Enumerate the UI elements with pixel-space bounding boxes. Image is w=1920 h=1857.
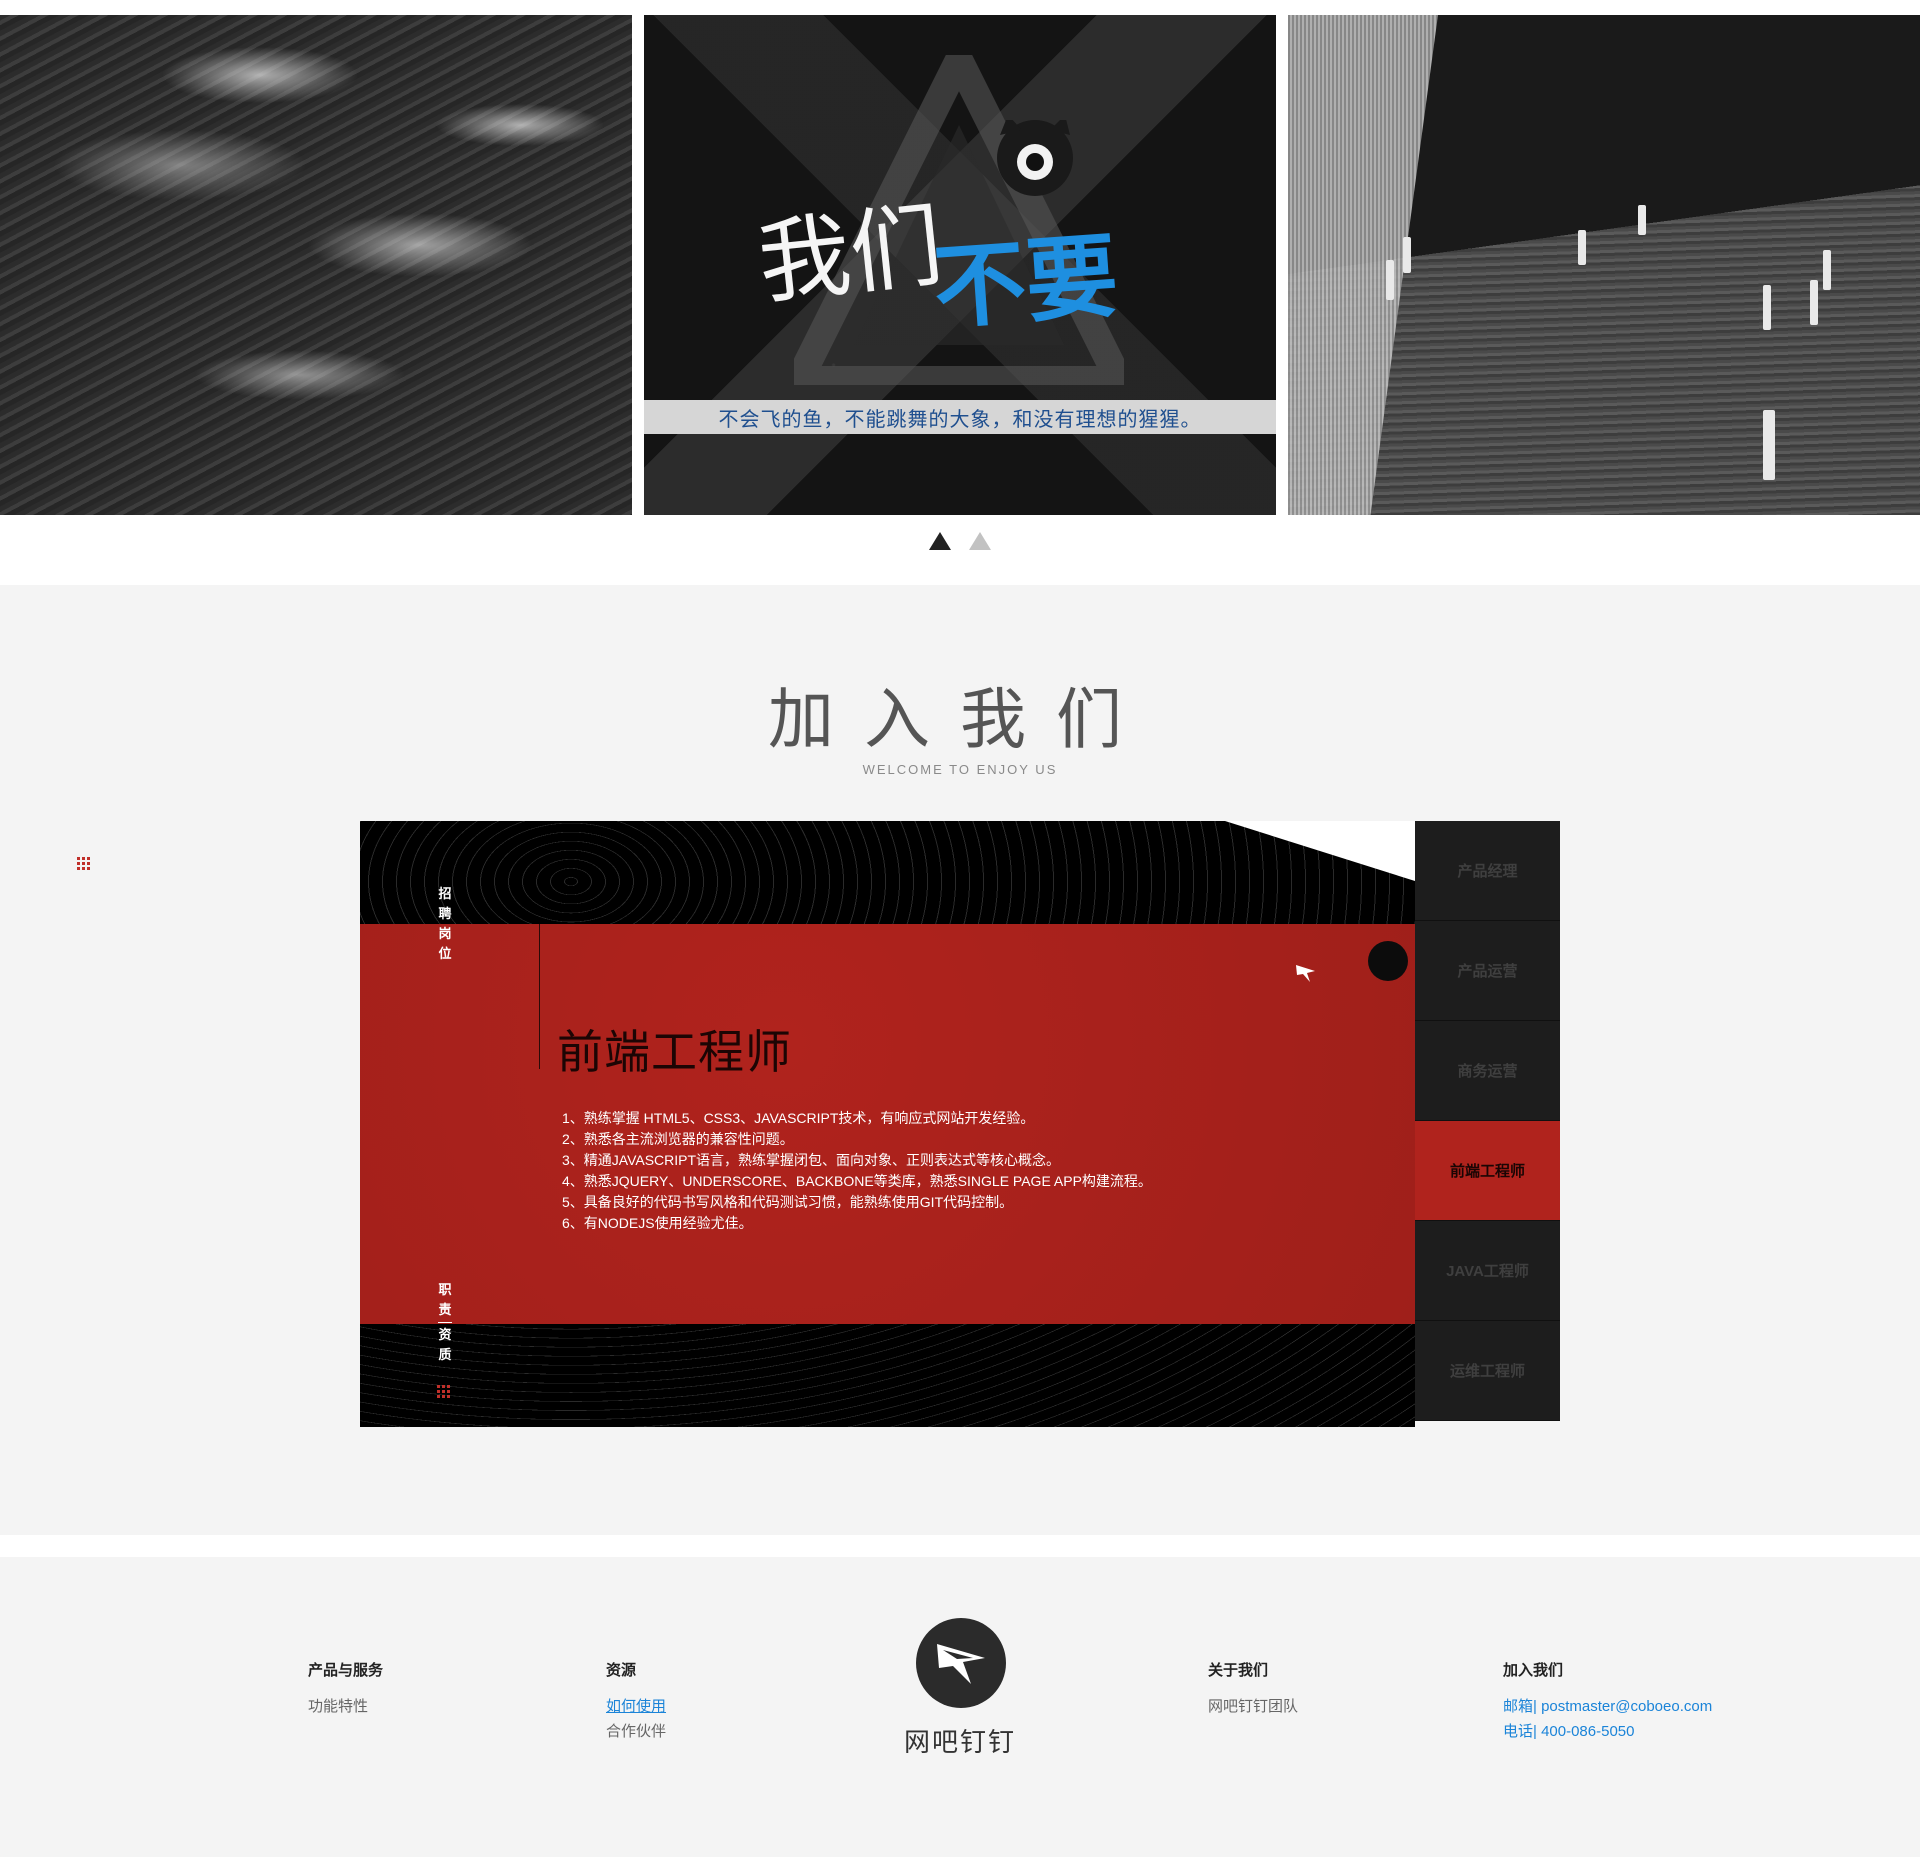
post-marker (1638, 205, 1646, 235)
requirement-item: 3、精通JAVASCRIPT语言，熟练掌握闭包、面向对象、正则表达式等核心概念。 (562, 1152, 1061, 1168)
slogan-text-blue: 不要 (930, 223, 1121, 343)
job-requirements: 1、熟练掌握 HTML5、CSS3、JAVASCRIPT技术，有响应式网站开发经… (562, 1108, 1152, 1234)
side-label-duties: 职 责 资 质 (435, 1280, 455, 1365)
footer-col-resources: 资源 如何使用 合作伙伴 (606, 1659, 666, 1744)
slogan-text-white: 我们 (760, 192, 947, 318)
carousel-indicator-active[interactable] (929, 532, 951, 550)
brand-logo[interactable] (916, 1618, 1006, 1708)
footer-phone-link[interactable]: 电话| 400-086-5050 (1503, 1719, 1712, 1744)
side-label-char: 招 (438, 886, 452, 901)
tab-frontend-engineer[interactable]: 前端工程师 (1415, 1121, 1560, 1221)
slogan-graphic: 我们 不要 (760, 120, 1121, 343)
job-title: 前端工程师 (557, 1025, 792, 1079)
side-label-divider (438, 1322, 452, 1323)
carousel-indicators (0, 532, 1920, 558)
grid-icon (437, 1385, 450, 1398)
footer-col-title: 关于我们 (1208, 1662, 1269, 1679)
side-label-char: 资 (438, 1327, 452, 1342)
post-marker (1386, 260, 1394, 300)
post-marker (1578, 230, 1586, 265)
requirement-item: 5、具备良好的代码书写风格和代码测试习惯，能熟练使用GIT代码控制。 (562, 1194, 1014, 1210)
gallery-image-right[interactable] (1288, 15, 1920, 515)
side-label-char: 位 (438, 946, 452, 961)
wall-shape (1288, 15, 1438, 515)
side-label-char: 责 (438, 1302, 452, 1317)
brand-name: 网吧钉钉 (903, 1727, 1016, 1757)
post-marker (1403, 237, 1411, 273)
tab-ops-engineer[interactable]: 运维工程师 (1415, 1321, 1560, 1421)
requirement-item: 4、熟悉JQUERY、UNDERSCORE、BACKBONE等类库，熟悉SING… (562, 1173, 1152, 1189)
grid-icon (77, 857, 90, 870)
gallery-caption-strip: 不会飞的鱼，不能跳舞的大象，和没有理想的猩猩。 (644, 400, 1276, 434)
footer-col-title: 加入我们 (1503, 1662, 1564, 1679)
carousel-indicator[interactable] (969, 532, 991, 550)
post-marker (1763, 410, 1775, 480)
side-label-char: 质 (438, 1347, 452, 1362)
footer-link-features[interactable]: 功能特性 (308, 1694, 383, 1719)
gallery-image-left[interactable] (0, 15, 632, 515)
post-marker (1823, 250, 1831, 290)
requirement-item: 2、熟悉各主流浏览器的兼容性问题。 (562, 1131, 794, 1147)
footer-link-team[interactable]: 网吧钉钉团队 (1208, 1694, 1298, 1719)
requirement-item: 6、有NODEJS使用经验尤佳。 (562, 1215, 753, 1231)
side-label-char: 职 (438, 1282, 452, 1297)
job-tabs: 产品经理 产品运营 商务运营 前端工程师 JAVA工程师 运维工程师 (1415, 821, 1560, 1427)
footer-col-products: 产品与服务 功能特性 (308, 1659, 383, 1719)
footer-link-how-to-use[interactable]: 如何使用 (606, 1694, 666, 1719)
white-wedge-decoration (1225, 821, 1415, 881)
black-dot-decoration (1368, 941, 1408, 981)
post-marker (1763, 285, 1771, 330)
section-title: 加入我们 (768, 681, 1152, 758)
gallery-caption: 不会飞的鱼，不能跳舞的大象，和没有理想的猩猩。 (718, 408, 1202, 431)
section-subtitle: WELCOME TO ENJOY US (862, 762, 1058, 777)
footer-divider (0, 1535, 1920, 1557)
tab-java-engineer[interactable]: JAVA工程师 (1415, 1221, 1560, 1321)
footer-col-about: 关于我们 网吧钉钉团队 (1208, 1659, 1298, 1719)
tab-product-manager[interactable]: 产品经理 (1415, 821, 1560, 921)
side-label-char: 岗 (438, 926, 452, 941)
footer-link-partners[interactable]: 合作伙伴 (606, 1719, 666, 1744)
requirement-item: 1、熟练掌握 HTML5、CSS3、JAVASCRIPT技术，有响应式网站开发经… (562, 1110, 1035, 1126)
footer-col-title: 资源 (606, 1662, 637, 1679)
side-label-positions: 招 聘 岗 位 (435, 884, 455, 964)
footer-email-link[interactable]: 邮箱| postmaster@coboeo.com (1503, 1694, 1712, 1719)
footer-col-title: 产品与服务 (308, 1662, 384, 1679)
job-board: 前端工程师 1、熟练掌握 HTML5、CSS3、JAVASCRIPT技术，有响应… (360, 821, 1560, 1427)
bird-icon (1296, 965, 1315, 982)
post-marker (1810, 280, 1818, 325)
tab-business-operations[interactable]: 商务运营 (1415, 1021, 1560, 1121)
vertical-divider (539, 924, 540, 1069)
tab-product-operations[interactable]: 产品运营 (1415, 921, 1560, 1021)
brand-bird-icon (937, 1644, 985, 1684)
side-label-char: 聘 (438, 906, 452, 921)
footer-col-join: 加入我们 邮箱| postmaster@coboeo.com 电话| 400-0… (1503, 1659, 1712, 1744)
